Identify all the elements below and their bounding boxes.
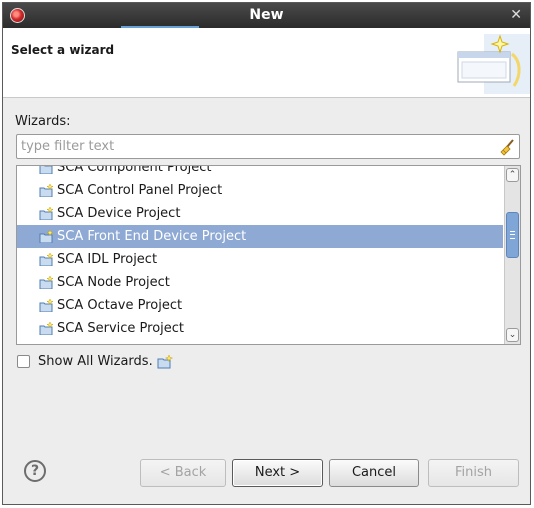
new-project-icon [39,299,53,312]
show-all-wizards-icon [157,355,173,369]
wizard-header: Select a wizard [3,28,530,98]
list-item[interactable]: SCA Service Project [17,317,503,340]
cancel-button[interactable]: Cancel [329,459,419,487]
list-item[interactable]: SCA Component Project [17,165,503,179]
title-bar[interactable]: New ✕ [3,3,530,28]
list-item-label: SCA Service Project [57,321,185,336]
list-item[interactable]: SCA Octave Project [17,294,503,317]
filter-input[interactable] [21,136,491,157]
clear-filter-icon[interactable] [498,138,516,156]
list-item[interactable]: SCA Front End Device Project [17,225,503,248]
vertical-scrollbar[interactable]: ⌃ ⌄ [504,166,520,344]
close-icon[interactable]: ✕ [510,7,522,23]
show-all-label[interactable]: Show All Wizards. [38,353,153,371]
new-project-icon [39,207,53,220]
list-item-label: SCA Device Project [57,206,181,221]
new-wizard-banner-icon [457,34,530,94]
window-title: New [249,7,284,23]
list-item-label: SCA Octave Project [57,298,183,313]
scroll-thumb[interactable] [506,212,519,258]
list-item[interactable]: SCA Node Project [17,271,503,294]
next-button[interactable]: Next > [232,459,323,487]
page-title: Select a wizard [11,43,115,57]
finish-button[interactable]: Finish [428,459,519,487]
wizards-label: Wizards: [15,114,71,129]
scroll-down-button[interactable]: ⌄ [506,328,519,342]
list-item-label: SCA Component Project [57,165,212,175]
list-item-label: SCA Node Project [57,275,170,290]
wizard-list[interactable]: SCA Component Project SCA Control Panel P… [16,165,521,345]
list-item[interactable]: SCA Control Panel Project [17,179,503,202]
new-project-icon [39,276,53,289]
new-project-icon [39,230,53,243]
new-project-icon [39,253,53,266]
list-item-label: SCA Front End Device Project [57,229,247,244]
list-item-label: SCA Control Panel Project [57,183,223,198]
wizard-list-rows: SCA Component Project SCA Control Panel P… [17,165,503,340]
new-wizard-dialog: New ✕ Select a wizard Wizards: SCA Compo… [2,2,531,505]
filter-field[interactable] [16,134,520,159]
back-button[interactable]: < Back [140,459,226,487]
new-project-icon [39,166,53,174]
list-item[interactable]: SCA Device Project [17,202,503,225]
new-project-icon [39,322,53,335]
scroll-up-button[interactable]: ⌃ [506,168,519,182]
list-item[interactable]: SCA IDL Project [17,248,503,271]
list-item-label: SCA IDL Project [57,252,158,267]
help-icon[interactable]: ? [24,460,46,482]
show-all-checkbox[interactable] [17,355,30,368]
new-project-icon [39,184,53,197]
